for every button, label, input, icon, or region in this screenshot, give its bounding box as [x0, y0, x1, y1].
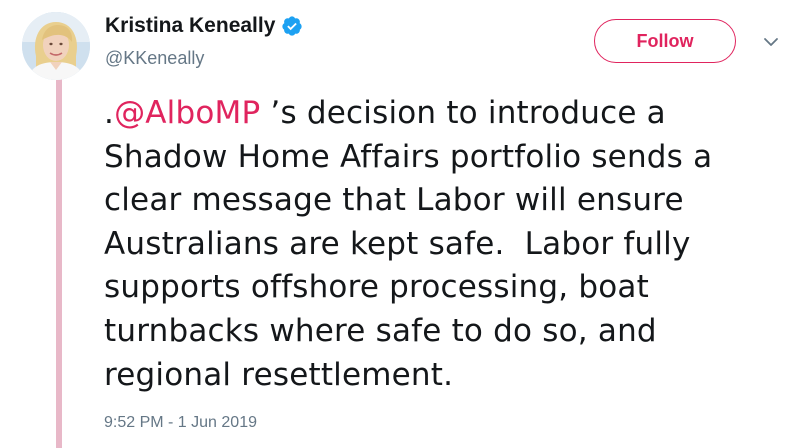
tweet-line: regional resettlement.	[104, 356, 454, 393]
tweet-line: turnbacks where safe to do so, and	[104, 312, 657, 349]
display-name-row: Kristina Keneally	[105, 14, 303, 38]
follow-button[interactable]: Follow	[594, 19, 736, 63]
tweet-timestamp[interactable]: 9:52 PM - 1 Jun 2019	[104, 414, 257, 432]
tweet-text: .@AlboMP ’s decision to introduce a Shad…	[104, 92, 784, 397]
mention-link[interactable]: @AlboMP	[114, 95, 260, 131]
avatar[interactable]	[22, 12, 90, 80]
tweet-line: supports offshore processing, boat	[104, 269, 649, 306]
tweet-line: clear message that Labor will ensure	[104, 182, 684, 219]
tweet-line: Shadow Home Affairs portfolio sends a	[104, 138, 713, 175]
display-name[interactable]: Kristina Keneally	[105, 14, 275, 38]
thread-line	[56, 76, 62, 448]
user-handle[interactable]: @KKeneally	[105, 48, 204, 69]
tweet-prefix: .	[104, 95, 115, 131]
avatar-image	[22, 12, 90, 80]
tweet-line: .@AlboMP ’s decision to introduce a	[104, 92, 784, 136]
chevron-down-icon[interactable]	[762, 33, 780, 51]
verified-badge-icon	[281, 15, 303, 37]
tweet-line-rest: ’s decision to introduce a	[260, 95, 666, 131]
tweet-line: Australians are kept safe. Labor fully	[104, 225, 691, 262]
